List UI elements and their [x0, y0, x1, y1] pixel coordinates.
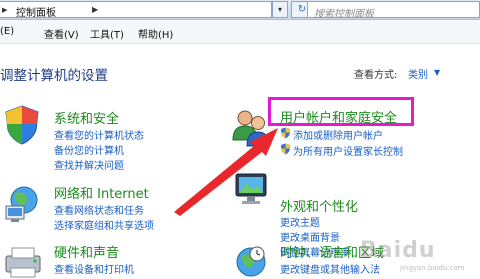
- search-box[interactable]: [307, 1, 480, 22]
- link-devices-printers[interactable]: 查看设备和打印机: [54, 261, 134, 276]
- chevron-down-icon[interactable]: ▼: [434, 68, 440, 77]
- annotation-arrow-icon: [174, 128, 278, 216]
- clock-globe-icon[interactable]: [233, 242, 269, 279]
- address-bar: ▶ 控制面板 ▶ ▾ ↻: [0, 0, 480, 22]
- menu-bar: (E) 查看(V) 工具(T) 帮助(H): [0, 20, 480, 44]
- category-title-user-accounts[interactable]: 用户帐户和家庭安全: [280, 107, 397, 126]
- link-homegroup[interactable]: 选择家庭组和共享选项: [54, 217, 154, 232]
- link-network-status[interactable]: 查看网络状态和任务: [54, 202, 144, 217]
- link-keyboard-input[interactable]: 更改键盘或其他输入法: [280, 261, 380, 276]
- network-globe-icon[interactable]: [2, 184, 44, 224]
- link-add-remove-accounts[interactable]: 添加或删除用户帐户: [293, 127, 383, 142]
- link-check-status[interactable]: 查看您的计算机状态: [54, 127, 144, 142]
- category-title-system[interactable]: 系统和安全: [54, 108, 119, 127]
- category-title-appearance[interactable]: 外观和个性化: [280, 196, 358, 215]
- link-parental-controls[interactable]: 为所有用户设置家长控制: [293, 143, 403, 158]
- watermark-url: jingyan.baidu.com: [400, 264, 465, 272]
- menu-tools[interactable]: 工具(T): [90, 26, 124, 41]
- menu-edit[interactable]: (E): [0, 26, 14, 37]
- menu-help[interactable]: 帮助(H): [138, 26, 173, 41]
- security-shield-icon[interactable]: [2, 104, 42, 146]
- dropdown-arrow-icon[interactable]: ▾: [272, 1, 288, 18]
- page-title: 调整计算机的设置: [0, 68, 108, 84]
- printer-icon[interactable]: [2, 244, 44, 279]
- watermark-logo: Baidu: [360, 238, 436, 263]
- view-by-label: 查看方式:: [354, 70, 398, 81]
- category-title-hardware[interactable]: 硬件和声音: [54, 242, 119, 261]
- link-change-theme[interactable]: 更改主题: [280, 214, 320, 229]
- link-backup[interactable]: 备份您的计算机: [54, 142, 124, 157]
- link-troubleshoot[interactable]: 查找并解决问题: [54, 157, 124, 172]
- breadcrumb-arrow-icon[interactable]: ▶: [92, 5, 98, 14]
- breadcrumb-control-panel[interactable]: 控制面板: [16, 4, 56, 19]
- view-by-dropdown[interactable]: 类别: [408, 66, 428, 81]
- address-field[interactable]: ▶ 控制面板 ▶: [0, 1, 272, 19]
- chevron-right-icon[interactable]: ▶: [2, 6, 7, 14]
- category-title-network[interactable]: 网络和 Internet: [54, 183, 149, 202]
- menu-view[interactable]: 查看(V): [44, 26, 79, 41]
